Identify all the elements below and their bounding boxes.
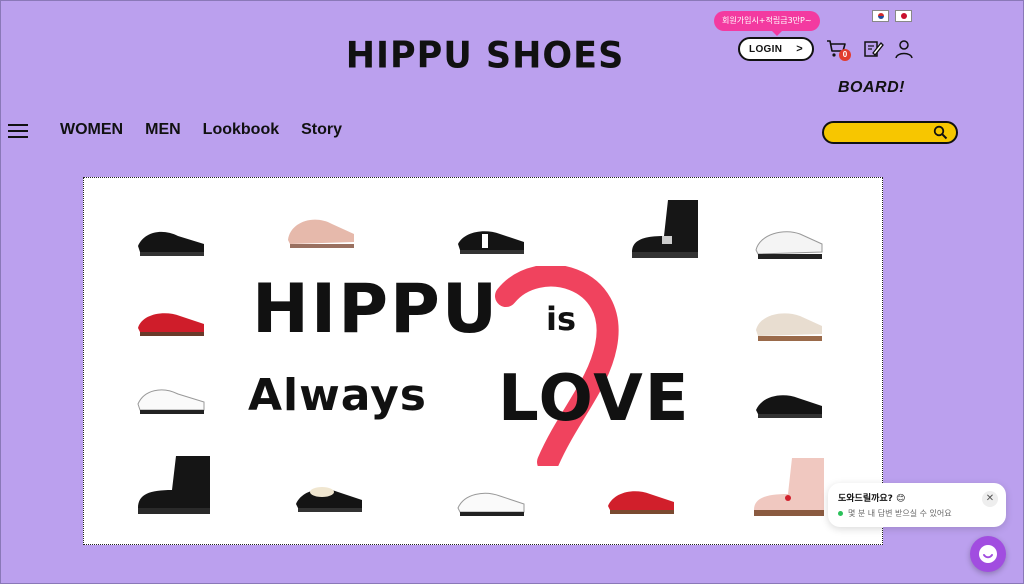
pink-boot-shoe-image: [754, 458, 824, 516]
cart-button[interactable]: 0: [826, 38, 851, 61]
nav-lookbook[interactable]: Lookbook: [203, 121, 279, 139]
cart-count-badge: 0: [839, 49, 851, 61]
chat-prompt-bubble[interactable]: 도와드릴까요? 😊 몇 분 내 답변 받으실 수 있어요 ✕: [828, 483, 1006, 527]
banner-headline-hippu: HIPPU: [252, 270, 500, 349]
search-bar: [822, 121, 958, 144]
white-mule-shoe-image: [137, 389, 205, 414]
chat-subtitle-row: 몇 분 내 답변 받으실 수 있어요: [838, 508, 996, 519]
south-korea-flag-icon[interactable]: [872, 10, 889, 22]
edit-note-icon: [864, 41, 884, 57]
chat-launcher-button[interactable]: [970, 536, 1006, 572]
language-flags: [872, 10, 912, 22]
nav-story[interactable]: Story: [301, 121, 342, 139]
user-icon: [895, 40, 913, 59]
search-input[interactable]: [832, 125, 932, 142]
white-lace-up-shoe-image: [755, 231, 823, 259]
login-label: LOGIN: [749, 43, 783, 55]
site-logo[interactable]: HIPPU SHOES: [0, 35, 970, 77]
nav-men[interactable]: MEN: [145, 121, 181, 139]
banner-headline-is: is: [546, 300, 577, 338]
order-history-button[interactable]: [862, 38, 884, 60]
chat-subtitle: 몇 분 내 답변 받으실 수 있어요: [848, 509, 952, 518]
chevron-right-icon: >: [796, 43, 803, 55]
signup-promo-tooltip: 회원가입시+적립금3만P~: [714, 11, 820, 36]
pink-loafer-shoe-image: [288, 219, 354, 248]
nav-women[interactable]: WOMEN: [60, 121, 123, 139]
login-button[interactable]: LOGIN >: [738, 37, 814, 61]
red-strap-shoe-image: [608, 491, 674, 514]
banner-headline-love: LOVE: [498, 362, 691, 436]
cream-oxford-shoe-image: [756, 313, 822, 341]
japan-flag-icon[interactable]: [895, 10, 912, 22]
my-account-button[interactable]: [893, 38, 915, 60]
online-status-dot: [838, 511, 843, 516]
black-strap-shoe-image: [756, 395, 822, 418]
black-loafer-shoe-image: [296, 487, 362, 512]
hero-banner[interactable]: HIPPU is Always LOVE: [83, 177, 883, 545]
close-icon[interactable]: ✕: [982, 491, 998, 507]
banner-headline-always: Always: [248, 370, 427, 421]
black-mary-jane-shoe-image: [458, 231, 524, 254]
main-nav: WOMEN MEN Lookbook Story: [60, 121, 342, 139]
black-chelsea-boot-image: [138, 456, 210, 514]
board-link[interactable]: BOARD!: [838, 79, 905, 97]
chat-title: 도와드릴까요? 😊: [838, 494, 906, 504]
chat-bubble-icon: [979, 545, 997, 563]
black-mule-shoe-image: [138, 231, 204, 256]
red-mary-jane-shoe-image: [138, 313, 204, 336]
black-boot-shoe-image: [632, 200, 698, 258]
search-icon[interactable]: [933, 125, 948, 140]
white-mary-jane-shoe-image: [457, 492, 525, 516]
hamburger-menu-icon[interactable]: [8, 124, 28, 140]
